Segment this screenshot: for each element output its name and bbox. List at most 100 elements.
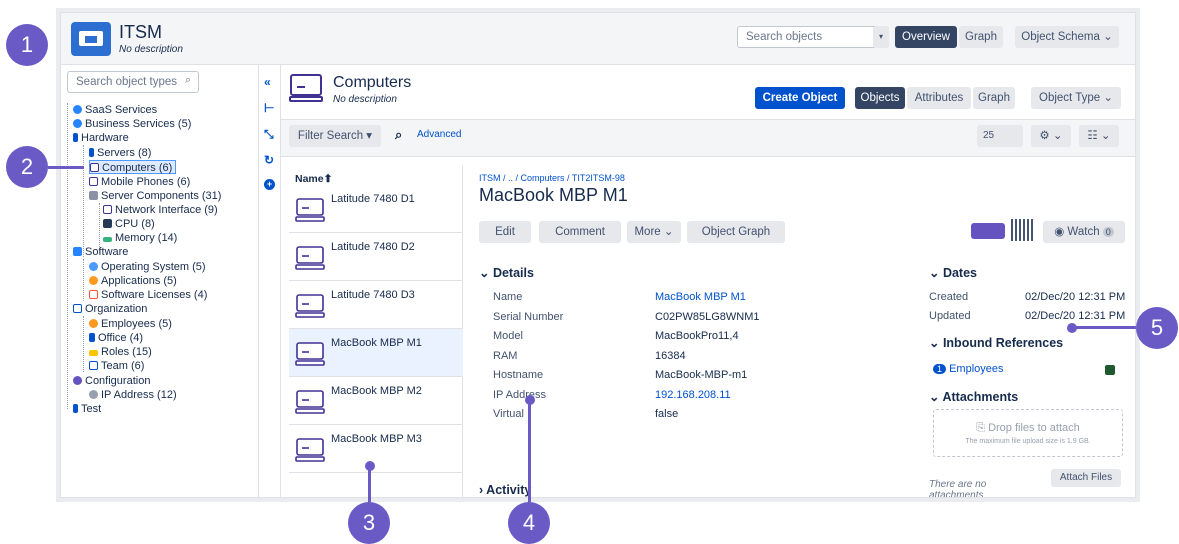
settings-gear-icon[interactable]: ⚙ ⌄ — [1031, 125, 1071, 147]
tree-item-team[interactable]: Team (6) — [89, 359, 144, 373]
attachments-title[interactable]: ⌄ Attachments — [929, 389, 1018, 404]
object-search-input[interactable]: Search objects — [737, 26, 889, 48]
callout-2: 2 — [6, 146, 48, 188]
name-column-header[interactable]: Name⬆ — [295, 173, 332, 185]
tree-item-business-services[interactable]: Business Services (5) — [73, 117, 191, 131]
tree-item-hardware[interactable]: Hardware — [73, 131, 129, 145]
object-list-item[interactable]: Latitude 7480 D1 — [289, 185, 463, 233]
object-type-search-input[interactable]: Search object types — [67, 71, 199, 93]
tree-item-memory[interactable]: Memory (14) — [103, 231, 177, 245]
created-label: Created — [929, 291, 969, 303]
search-icon[interactable]: ⌕ — [395, 127, 402, 143]
advanced-link[interactable]: Advanced — [417, 129, 461, 140]
tab-attributes[interactable]: Attributes — [907, 87, 971, 109]
tree-item-applications[interactable]: Applications (5) — [89, 274, 177, 288]
no-attachments-text: There are no attachments — [929, 479, 987, 498]
inbound-references-title[interactable]: ⌄ Inbound References — [929, 335, 1063, 350]
tree-item-configuration[interactable]: Configuration — [73, 374, 150, 388]
tree-item-software[interactable]: Software — [73, 245, 128, 259]
object-schema-button[interactable]: Object Schema ⌄ — [1015, 26, 1119, 48]
tree-item-cpu[interactable]: CPU (8) — [103, 217, 155, 231]
collapse-icon[interactable]: « — [264, 75, 271, 89]
tab-overview[interactable]: Overview — [895, 26, 957, 48]
tree-item-roles[interactable]: Roles (15) — [89, 345, 152, 359]
create-object-button[interactable]: Create Object — [755, 87, 845, 109]
tree-item-mobile-phones[interactable]: Mobile Phones (6) — [89, 175, 190, 189]
tree-item-servers[interactable]: Servers (8) — [89, 146, 151, 160]
tree-item-operating-system[interactable]: Operating System (5) — [89, 260, 206, 274]
comment-button[interactable]: Comment — [539, 221, 621, 243]
detail-value: MacBook-MBP-m1 — [655, 369, 748, 381]
breadcrumb[interactable]: ITSM / .. / Computers / TIT2ITSM-98 — [479, 173, 625, 183]
tab-graph[interactable]: Graph — [959, 26, 1003, 48]
updated-value: 02/Dec/20 12:31 PM — [1025, 310, 1126, 322]
tab-type-graph[interactable]: Graph — [973, 87, 1015, 109]
tree-item-employees[interactable]: Employees (5) — [89, 317, 172, 331]
activity-section-title[interactable]: › Activity — [479, 483, 531, 497]
detail-label: RAM — [493, 349, 518, 362]
schema-subtitle: No description — [119, 44, 183, 55]
watch-button[interactable]: ◉ Watch 0 — [1043, 221, 1125, 243]
top-bar: ITSM No description Search objects ▾ Ove… — [61, 13, 1135, 65]
tree-structure-icon[interactable]: ⊢ — [264, 101, 274, 115]
dates-section-title[interactable]: ⌄ Dates — [929, 265, 977, 280]
detail-label: Model — [493, 330, 523, 342]
detail-label: IP Address — [493, 388, 546, 401]
attach-files-button[interactable]: Attach Files — [1051, 469, 1121, 487]
tab-objects[interactable]: Objects — [855, 87, 905, 109]
file-drop-zone[interactable]: ⎘ Drop files to attach The maximum file … — [933, 409, 1123, 457]
inbound-employees-link[interactable]: 1 Employees — [933, 363, 1004, 375]
object-name: MacBook MBP M1 — [331, 337, 422, 349]
schema-title: ITSM — [119, 22, 162, 42]
tree-item-network-interface[interactable]: Network Interface (9) — [103, 203, 218, 217]
object-list-item[interactable]: Latitude 7480 D3 — [289, 281, 463, 329]
detail-label: Name — [493, 291, 523, 303]
main-panel: Computers No description Create Object O… — [281, 65, 1135, 498]
print-icon[interactable] — [971, 223, 1005, 239]
object-type-title: Computers — [333, 74, 412, 91]
computer-icon — [295, 294, 325, 318]
tree-item-test[interactable]: Test — [73, 402, 101, 416]
object-type-subtitle: No description — [333, 94, 397, 105]
details-section-title[interactable]: ⌄ Details — [479, 265, 534, 280]
detail-value[interactable]: MacBook MBP M1 — [655, 291, 746, 303]
tree-item-software-licenses[interactable]: Software Licenses (4) — [89, 288, 207, 302]
search-dropdown-icon[interactable]: ▾ — [873, 26, 889, 48]
drop-limit-text: The maximum file upload size is 1.9 GB. — [965, 438, 1091, 445]
view-columns-icon[interactable]: ☷ ⌄ — [1079, 125, 1119, 147]
callout-5-dot — [1067, 323, 1077, 333]
more-button[interactable]: More ⌄ — [627, 221, 681, 243]
detail-value[interactable]: 192.168.208.11 — [655, 389, 731, 401]
tree-item-organization[interactable]: Organization — [73, 302, 147, 316]
drop-files-text: ⎘ Drop files to attach — [976, 422, 1080, 434]
qr-code-icon[interactable] — [1011, 219, 1033, 241]
object-list: Name⬆ Latitude 7480 D1 Latitude 7480 D2 La… — [289, 165, 463, 497]
tree-item-computers[interactable]: Computers (6) — [89, 160, 177, 174]
tree-item-saas-services[interactable]: SaaS Services — [73, 103, 157, 117]
object-list-item[interactable]: MacBook MBP M2 — [289, 377, 463, 425]
filter-search-button[interactable]: Filter Search ▾ — [289, 125, 381, 147]
edit-button[interactable]: Edit — [479, 221, 531, 243]
page-size-select[interactable]: 25 — [977, 125, 1023, 147]
computer-icon — [295, 246, 325, 270]
object-list-item[interactable]: MacBook MBP M1 — [289, 329, 463, 377]
detail-label: Virtual — [493, 408, 524, 420]
expand-icon[interactable]: ⤡ — [264, 127, 274, 142]
object-list-item[interactable]: MacBook MBP M3 — [289, 425, 463, 473]
detail-value: C02PW85LG8WNM1 — [655, 310, 760, 323]
object-name: MacBook MBP M2 — [331, 385, 422, 397]
tree-item-ip-address[interactable]: IP Address (12) — [89, 388, 177, 402]
updated-label: Updated — [929, 310, 971, 322]
status-indicator — [1105, 365, 1115, 375]
object-graph-button[interactable]: Object Graph — [687, 221, 785, 243]
object-list-item[interactable]: Latitude 7480 D2 — [289, 233, 463, 281]
object-title: MacBook MBP M1 — [479, 185, 628, 205]
tree-item-server-components[interactable]: Server Components (31) — [89, 189, 221, 203]
add-type-icon[interactable]: + — [264, 179, 275, 190]
callout-3: 3 — [348, 502, 390, 544]
tree-item-office[interactable]: Office (4) — [89, 331, 143, 345]
object-name: Latitude 7480 D3 — [331, 289, 415, 301]
object-type-button[interactable]: Object Type ⌄ — [1031, 87, 1121, 109]
refresh-icon[interactable]: ↻ — [264, 153, 274, 167]
detail-value: false — [655, 408, 679, 420]
